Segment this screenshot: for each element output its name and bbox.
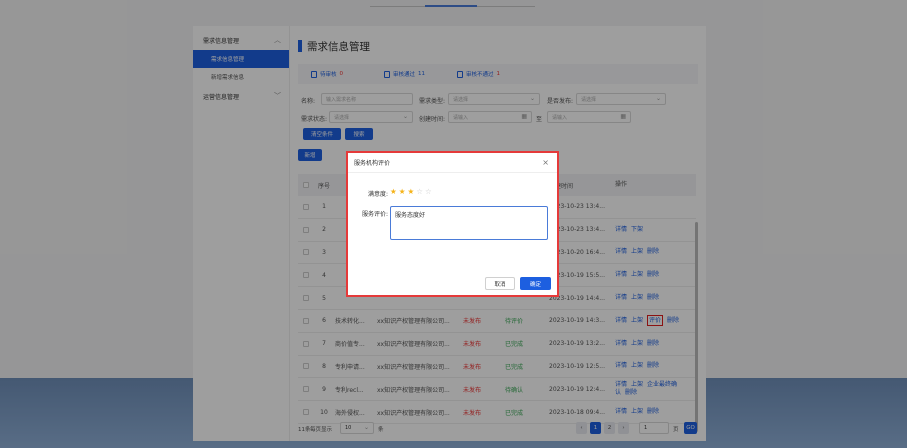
- star-icon[interactable]: ★: [399, 187, 406, 196]
- star-icon[interactable]: ★: [390, 187, 397, 196]
- close-icon[interactable]: ×: [542, 158, 549, 167]
- comment-label: 服务评价:: [361, 211, 388, 218]
- star-icon[interactable]: ☆: [416, 187, 423, 196]
- cancel-button[interactable]: 取消: [485, 277, 515, 290]
- rating-dialog: 服务机构评价 × 满意度: ★ ★ ★ ☆ ☆ 服务评价: 服务态度好 取消 确定: [346, 151, 559, 297]
- comment-textarea[interactable]: 服务态度好: [390, 206, 548, 240]
- rating-label: 满意度:: [367, 191, 388, 198]
- star-icon[interactable]: ☆: [425, 187, 432, 196]
- confirm-button[interactable]: 确定: [520, 277, 551, 290]
- dialog-title: 服务机构评价: [354, 160, 391, 167]
- dialog-header: 服务机构评价 ×: [348, 153, 557, 173]
- rating-stars[interactable]: ★ ★ ★ ☆ ☆: [390, 187, 432, 196]
- comment-value: 服务态度好: [395, 212, 426, 219]
- star-icon[interactable]: ★: [407, 187, 414, 196]
